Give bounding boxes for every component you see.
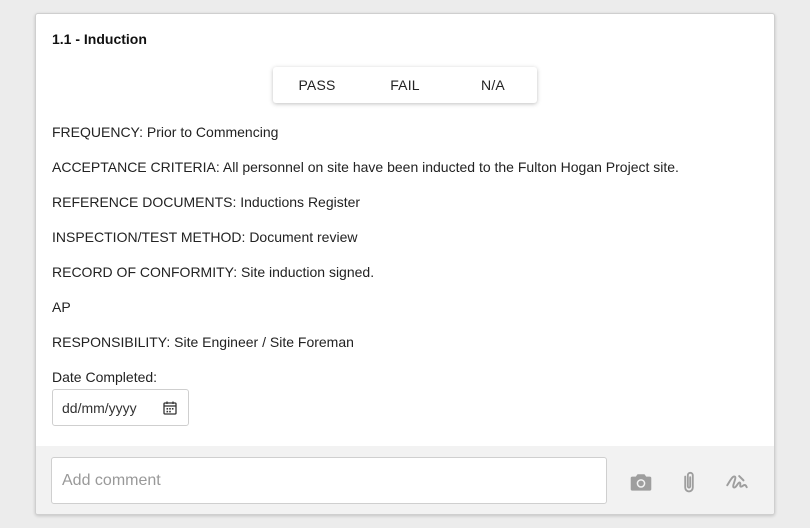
date-completed-label: Date Completed:	[52, 369, 158, 385]
acceptance-criteria-text: ACCEPTANCE CRITERIA: All personnel on si…	[52, 159, 679, 175]
na-button[interactable]: N/A	[449, 67, 537, 103]
item-title: 1.1 - Induction	[52, 31, 147, 47]
date-completed-input[interactable]: dd/mm/yyyy	[52, 389, 189, 426]
inspection-method-text: INSPECTION/TEST METHOD: Document review	[52, 229, 358, 245]
fail-button[interactable]: FAIL	[361, 67, 449, 103]
pass-button[interactable]: PASS	[273, 67, 361, 103]
date-placeholder: dd/mm/yyyy	[62, 399, 137, 416]
inspection-item-card: 1.1 - Induction PASS FAIL N/A FREQUENCY:…	[35, 13, 775, 515]
record-of-conformity-text: RECORD OF CONFORMITY: Site induction sig…	[52, 264, 375, 280]
result-toggle-group: PASS FAIL N/A	[273, 67, 537, 103]
frequency-text: FREQUENCY: Prior to Commencing	[52, 124, 279, 140]
comment-footer: Add comment	[36, 446, 774, 514]
ap-text: AP	[52, 299, 71, 315]
paperclip-icon[interactable]	[676, 469, 702, 495]
responsibility-text: RESPONSIBILITY: Site Engineer / Site For…	[52, 334, 354, 350]
camera-icon[interactable]	[628, 469, 654, 495]
calendar-icon[interactable]	[163, 401, 177, 415]
add-comment-input[interactable]: Add comment	[51, 457, 607, 504]
signature-icon[interactable]	[724, 469, 750, 495]
reference-documents-text: REFERENCE DOCUMENTS: Inductions Register	[52, 194, 361, 210]
